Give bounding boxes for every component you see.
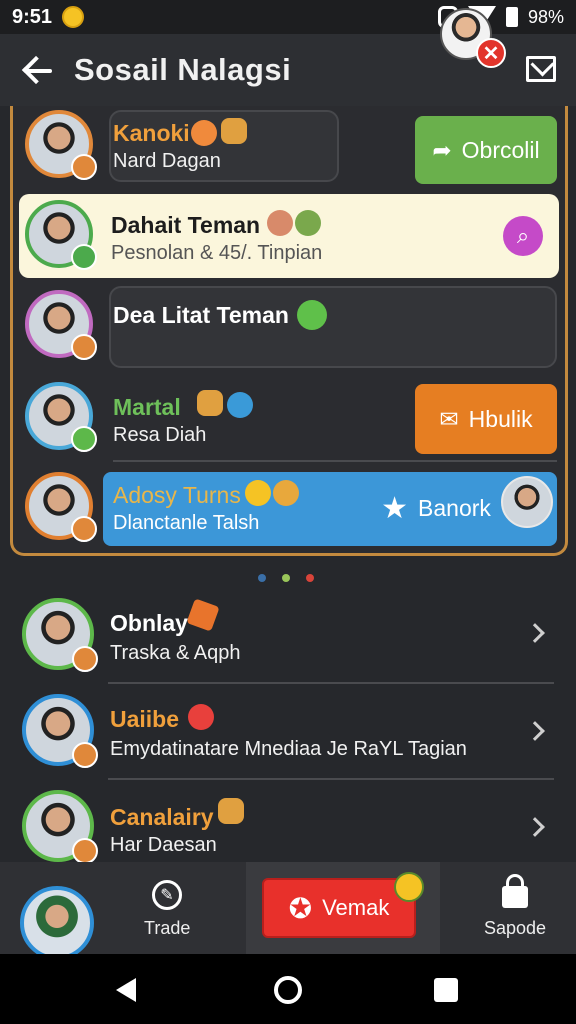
smile-emoji-icon (297, 300, 327, 330)
people-emoji-icon (295, 210, 321, 236)
party-emoji-icon (197, 390, 223, 416)
contact-subtitle: Har Daesan (110, 834, 217, 856)
status-badge-icon (72, 742, 98, 768)
envelope-icon: ✉ (439, 405, 459, 432)
friend-name: Dahait Teman (111, 212, 261, 238)
chevron-right-icon[interactable] (525, 817, 545, 837)
status-badge-icon (72, 838, 98, 862)
contact-name: Canalairy (110, 804, 214, 830)
smiley-emoji-icon (245, 480, 271, 506)
avatar (25, 382, 97, 452)
contact-subtitle: Emydatinatare Mnediaa Je RaYL Tagian (110, 738, 467, 760)
avatar (22, 694, 98, 768)
avatar (22, 790, 98, 862)
star-burst-icon (186, 598, 220, 632)
divider (108, 682, 554, 684)
people-emoji-icon (267, 210, 293, 236)
lock-shackle-icon (506, 874, 524, 890)
status-badge-icon (71, 334, 97, 360)
avatar (25, 200, 97, 270)
system-recents-icon[interactable] (434, 978, 458, 1002)
share-arrow-icon: ➦ (432, 136, 452, 163)
party-emoji-icon (221, 118, 247, 144)
small-avatar (501, 476, 553, 528)
user-avatar[interactable] (20, 886, 94, 960)
friend-name: Martal (113, 394, 181, 420)
party-emoji-icon (218, 798, 244, 824)
share-button-label: Obrcolil (461, 136, 540, 163)
nav-sapode-label: Sapode (484, 918, 547, 938)
message-button-label: Hbulik (468, 405, 533, 432)
star-icon: ★ (381, 491, 409, 525)
grin-emoji-icon (191, 120, 217, 146)
friend-name: Adosy Turns (113, 482, 241, 508)
status-time: 9:51 (12, 5, 53, 28)
battery-icon (505, 7, 518, 27)
system-back-icon[interactable] (116, 978, 136, 1002)
status-badge-icon (71, 244, 97, 270)
divider (113, 460, 557, 462)
friend-row-selected[interactable]: Dahait Teman Pesnolan & 45/. Tinpian ⌕ (19, 194, 559, 278)
vemak-button-label: Vemak (322, 895, 390, 920)
friend-name: Dea Litat Teman (113, 302, 289, 328)
divider (108, 778, 554, 780)
friend-row[interactable]: Martal Resa Diah ✉ Hbulik (13, 376, 565, 462)
contact-name: Uaiibe (110, 706, 180, 732)
system-home-icon[interactable] (274, 976, 302, 1004)
list-item[interactable]: Canalairy Har Daesan (0, 782, 576, 862)
battery-level: 98% (527, 6, 564, 27)
friend-row[interactable]: Dea Litat Teman (13, 284, 565, 370)
status-badge-icon (71, 154, 97, 180)
friend-subtitle: Nard Dagan (113, 150, 221, 172)
chat-emoji-icon (227, 392, 253, 418)
nav-trade-label: Trade (144, 918, 191, 938)
back-arrow-icon[interactable] (22, 52, 58, 88)
wrench-icon: ✎ (152, 880, 182, 910)
friend-subtitle: Resa Diah (113, 424, 207, 446)
page-dot[interactable] (258, 574, 266, 582)
page-dot-active[interactable] (282, 574, 290, 582)
angry-emoji-icon (188, 704, 214, 730)
friend-subtitle: Pesnolan & 45/. Tinpian (111, 242, 323, 264)
contact-name: Obnlay (110, 610, 188, 636)
contact-subtitle: Traska & Aqph (110, 642, 241, 664)
chevron-right-icon[interactable] (525, 623, 545, 643)
list-item[interactable]: Uaiibe Emydatinatare Mnediaa Je RaYL Tag… (0, 686, 576, 782)
star-icon: ✪ (288, 892, 313, 924)
nav-sapode-section[interactable]: Sapode (440, 862, 576, 954)
bookmark-button-label: Banork (418, 494, 491, 521)
vemak-button[interactable]: ✪ Vemak (262, 878, 416, 938)
friend-row[interactable]: Kanoki Nard Dagan ➦ Obrcolil (13, 106, 565, 190)
avatar (22, 598, 98, 672)
friend-name: Kanoki (113, 120, 190, 146)
compose-mail-icon[interactable] (526, 56, 556, 82)
avatar (25, 110, 97, 180)
list-item[interactable]: Obnlay Traska & Aqph (0, 588, 576, 684)
page-title: Sosail Nalagsi (74, 52, 292, 87)
share-button[interactable]: ➦ Obrcolil (415, 116, 557, 184)
status-badge-icon (71, 516, 97, 542)
avatar (25, 472, 97, 542)
status-badge-icon (72, 646, 98, 672)
friends-card: Kanoki Nard Dagan ➦ Obrcolil Dahait Tema… (10, 106, 568, 556)
smiley-emoji-icon (273, 480, 299, 506)
search-icon[interactable]: ⌕ (503, 216, 543, 256)
friend-row[interactable]: Adosy Turns Dlanctanle Talsh ★ Banork (13, 468, 565, 552)
page-dot[interactable] (306, 574, 314, 582)
close-badge-icon[interactable]: ✕ (476, 38, 506, 68)
smiley-emoji-icon (62, 6, 85, 28)
friend-subtitle: Dlanctanle Talsh (113, 512, 260, 534)
message-button[interactable]: ✉ Hbulik (415, 384, 557, 454)
like-badge-icon (71, 426, 97, 452)
smiley-emoji-icon (394, 872, 424, 902)
bookmark-button[interactable]: ★ Banork (371, 482, 501, 534)
chevron-right-icon[interactable] (525, 721, 545, 741)
nav-trade-section[interactable]: ✎ Trade (0, 862, 246, 960)
page-indicator (258, 574, 314, 582)
avatar (25, 290, 97, 360)
